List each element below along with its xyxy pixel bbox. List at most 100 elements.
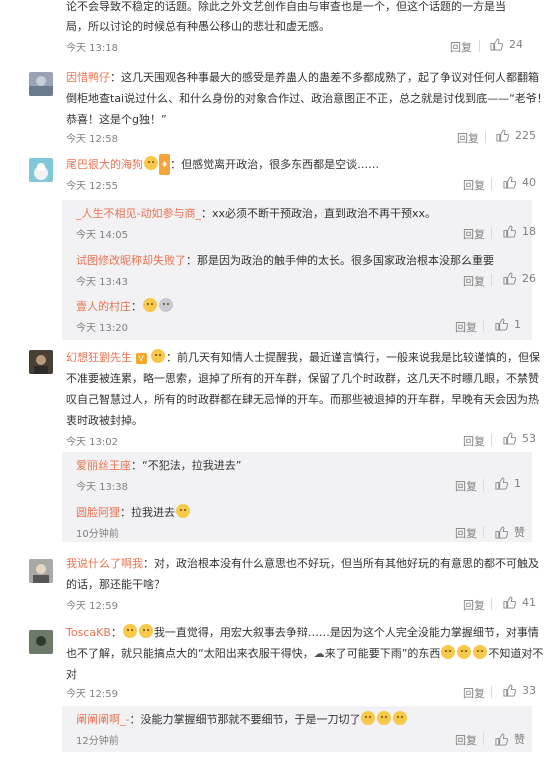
reply-button[interactable]: 回复 — [463, 177, 485, 193]
avatar[interactable] — [29, 559, 53, 583]
comment-text-line: 恭喜！这是个g独！” — [66, 113, 167, 126]
like-button[interactable]: 赞 — [495, 731, 525, 747]
emoji-icon — [143, 298, 157, 312]
comment-text-line: 因惜鸭仔：这几天围观各种事最大的感受是养蛊人的蛊差不多都成熟了，起了争议对任何人… — [66, 71, 539, 84]
comment-time: 今天 12:55 — [66, 181, 118, 192]
emoji-icon — [122, 624, 137, 638]
divider — [491, 434, 492, 446]
user-name[interactable]: 我说什么了啊我 — [66, 557, 143, 570]
reply-time: 今天 13:20 — [76, 323, 128, 334]
divider — [483, 526, 484, 538]
user-name[interactable]: 阐阐阐啊_- — [76, 713, 129, 726]
user-name[interactable]: 尾巴很大的海狗 — [66, 158, 143, 171]
reply-time: 今天 13:38 — [76, 482, 128, 493]
divider — [483, 320, 484, 332]
emoji-icon — [377, 711, 392, 725]
comment-text-line: 衷时政被封掉。 — [66, 414, 143, 427]
like-button[interactable]: 24 — [490, 38, 523, 51]
user-name[interactable]: 因惜鸭仔 — [66, 71, 110, 84]
user-name[interactable]: _人生不相见-动如参与商_ — [76, 207, 201, 220]
like-count: 53 — [522, 432, 536, 445]
badge-icon: ♦ — [159, 154, 171, 175]
user-name[interactable]: 试图修改昵称却失败了 — [76, 254, 186, 267]
emoji-icon — [151, 349, 165, 363]
comment-item: 论不会导致不稳定的话题。除此之外文艺创作自由与审查也是一个，但这个话题的一方是当… — [0, 0, 556, 60]
comment-text-line: ToscaKB： 我一直觉得，用宏大叙事去争辩……是因为这个人完全没能力掌握细节，… — [66, 624, 539, 639]
reply-button[interactable]: 回复 — [455, 732, 477, 748]
like-button[interactable]: 18 — [503, 225, 536, 238]
emoji-icon — [473, 645, 488, 659]
reply-button[interactable]: 回复 — [455, 525, 477, 541]
like-button[interactable]: 1 — [495, 477, 521, 490]
user-name[interactable]: 壹人的村庄 — [76, 300, 131, 313]
like-count: 26 — [522, 272, 536, 285]
comment-time: 今天 13:18 — [66, 43, 118, 54]
comment-text-line: 论不会导致不稳定的话题。除此之外文艺创作自由与审查也是一个，但这个话题的一方是当 — [66, 0, 506, 13]
emoji-icon — [138, 624, 153, 638]
reply-button[interactable]: 回复 — [463, 685, 485, 701]
like-button[interactable]: 41 — [503, 596, 536, 609]
like-button[interactable]: 33 — [503, 684, 536, 697]
vip-icon: V — [135, 353, 147, 364]
reply-button[interactable]: 回复 — [463, 273, 485, 289]
emoji-icon — [361, 711, 376, 725]
avatar[interactable] — [29, 72, 53, 96]
thumbs-up-icon — [503, 176, 516, 189]
comment-text-line: 也不了解，就只能搞点大的“太阳出来衣服干得快，☁来了可能要下雨”的东西 不知道对不 — [66, 645, 544, 660]
comment-text-line: 叹自己智慧过人，所有的时政群都在肆无忌惮的开车。而那些被退掉的开车群，早晚有天会… — [66, 393, 539, 406]
avatar[interactable] — [29, 630, 53, 654]
reply-button[interactable]: 回复 — [457, 130, 479, 146]
reply-time: 今天 13:43 — [76, 277, 128, 288]
reply-button[interactable]: 回复 — [455, 478, 477, 494]
divider — [483, 733, 484, 745]
like-button[interactable]: 40 — [503, 176, 536, 189]
reply-button[interactable]: 回复 — [463, 597, 485, 613]
user-name[interactable]: 幻想狂劉先生 — [66, 351, 132, 364]
comment-feed: 论不会导致不稳定的话题。除此之外文艺创作自由与审查也是一个，但这个话题的一方是当… — [0, 0, 556, 766]
comment-text-line: 的话，那还能干啥？ — [66, 578, 165, 591]
reply-button[interactable]: 回复 — [455, 319, 477, 335]
reply-text: _人生不相见-动如参与商_：xx必须不断干预政治，直到政治不再干预xx。 — [76, 207, 437, 220]
divider — [483, 479, 484, 491]
comment-text-line: 对 — [66, 668, 77, 681]
like-count: 33 — [522, 684, 536, 697]
like-count: 18 — [522, 225, 536, 238]
thumbs-up-icon — [490, 38, 503, 51]
divider — [491, 686, 492, 698]
reply-list: 爱丽丝王座：“不犯法，拉我进去” 今天 13:38 回复 1 圆脸阿狸：拉我进去… — [62, 452, 532, 542]
user-name[interactable]: 爱丽丝王座 — [76, 459, 131, 472]
reply-text: 试图修改昵称却失败了：那是因为政治的触手伸的太长。很多国家政治根本没那么重要 — [76, 254, 494, 267]
reply-button[interactable]: 回复 — [463, 226, 485, 242]
like-button[interactable]: 225 — [496, 129, 536, 142]
divider — [491, 227, 492, 239]
like-count: 41 — [522, 596, 536, 609]
like-button[interactable]: 53 — [503, 432, 536, 445]
thumbs-up-icon — [503, 225, 516, 238]
user-name[interactable]: 圆脸阿狸 — [76, 506, 120, 519]
like-button[interactable]: 赞 — [495, 524, 525, 540]
comment-item: 尾巴很大的海狗 ♦ ：但感觉离开政治，很多东西都是空谈…… 今天 12:55 回复 … — [0, 152, 556, 342]
comment-time: 今天 12:59 — [66, 601, 118, 612]
reply-button[interactable]: 回复 — [450, 39, 472, 55]
emoji-icon — [144, 156, 158, 170]
avatar[interactable] — [29, 350, 53, 374]
cloud-icon: ☁ — [313, 647, 325, 660]
comment-time: 今天 12:59 — [66, 689, 118, 700]
reply-button[interactable]: 回复 — [463, 433, 485, 449]
user-name[interactable]: ToscaKB — [66, 626, 111, 639]
comment-text-line: 不准要被连累，略一思索，退掉了所有的开车群，保留了几个时政群，这几天不时瞟几眼，… — [66, 372, 539, 385]
like-count: 24 — [509, 38, 523, 51]
thumbs-up-icon — [495, 732, 508, 746]
thumbs-up-icon — [503, 684, 516, 697]
thumbs-up-icon — [496, 129, 509, 142]
avatar[interactable] — [29, 158, 53, 182]
emoji-icon — [393, 711, 408, 725]
emoji-icon — [441, 645, 456, 659]
like-button[interactable]: 26 — [503, 272, 536, 285]
image-emoji-icon — [159, 298, 173, 312]
reply-list: _人生不相见-动如参与商_：xx必须不断干预政治，直到政治不再干预xx。 今天 … — [62, 200, 536, 340]
reply-text: 壹人的村庄： — [76, 296, 174, 317]
comment-text-line: 我说什么了啊我：对，政治根本没有什么意思也不好玩，但当所有其他好玩的有意思的都不… — [66, 557, 539, 570]
thumbs-up-icon — [495, 318, 508, 331]
like-button[interactable]: 1 — [495, 318, 521, 331]
